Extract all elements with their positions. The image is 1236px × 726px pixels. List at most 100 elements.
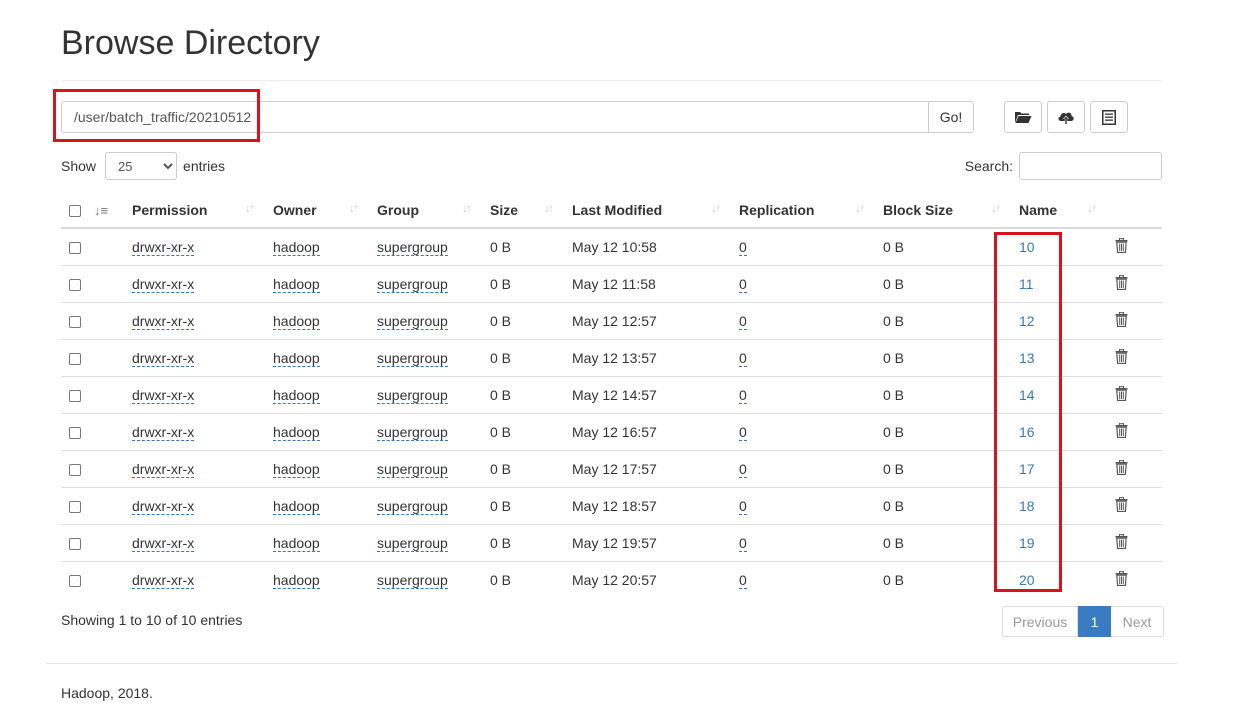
group-value[interactable]: supergroup (377, 275, 448, 293)
permission-value[interactable]: drwxr-xr-x (132, 497, 195, 515)
permission-value[interactable]: drwxr-xr-x (132, 275, 195, 293)
sort-header[interactable]: ↓≡ (94, 192, 124, 229)
permission-value[interactable]: drwxr-xr-x (132, 312, 195, 330)
owner-value[interactable]: hadoop (273, 460, 320, 478)
trash-icon[interactable] (1115, 311, 1128, 330)
trash-icon[interactable] (1115, 237, 1128, 256)
header-replication[interactable]: Replication ↓↑ (731, 192, 875, 229)
replication-value[interactable]: 0 (739, 534, 747, 552)
replication-value[interactable]: 0 (739, 460, 747, 478)
trash-icon[interactable] (1115, 533, 1128, 552)
group-value[interactable]: supergroup (377, 349, 448, 367)
directory-name-link[interactable]: 17 (1019, 461, 1035, 477)
permission-value[interactable]: drwxr-xr-x (132, 423, 195, 441)
block-size-cell: 0 B (875, 338, 1011, 376)
page-1-button[interactable]: 1 (1078, 606, 1111, 637)
owner-value[interactable]: hadoop (273, 349, 320, 367)
permission-value[interactable]: drwxr-xr-x (132, 386, 195, 404)
replication-value[interactable]: 0 (739, 497, 747, 515)
header-name[interactable]: Name ↓↑ (1011, 192, 1107, 229)
row-checkbox[interactable] (69, 500, 81, 513)
trash-icon[interactable] (1115, 385, 1128, 404)
owner-value[interactable]: hadoop (273, 571, 320, 589)
owner-value[interactable]: hadoop (273, 534, 320, 552)
cut-paste-button[interactable] (1090, 101, 1128, 133)
row-checkbox[interactable] (69, 537, 81, 550)
row-select-cell (61, 264, 94, 302)
replication-value[interactable]: 0 (739, 275, 747, 293)
row-checkbox[interactable] (69, 426, 81, 439)
search-input[interactable] (1019, 152, 1162, 180)
directory-name-link[interactable]: 20 (1019, 572, 1035, 588)
owner-value[interactable]: hadoop (273, 497, 320, 515)
row-checkbox[interactable] (69, 278, 81, 291)
permission-value[interactable]: drwxr-xr-x (132, 571, 195, 589)
owner-value[interactable]: hadoop (273, 312, 320, 330)
group-value[interactable]: supergroup (377, 238, 448, 256)
permission-value[interactable]: drwxr-xr-x (132, 238, 195, 256)
group-value[interactable]: supergroup (377, 312, 448, 330)
trash-icon[interactable] (1115, 422, 1128, 441)
create-directory-button[interactable] (1004, 101, 1042, 133)
name-cell: 16 (1011, 412, 1107, 450)
group-value[interactable]: supergroup (377, 534, 448, 552)
directory-name-link[interactable]: 16 (1019, 424, 1035, 440)
owner-value[interactable]: hadoop (273, 386, 320, 404)
trash-icon[interactable] (1115, 274, 1128, 293)
group-value[interactable]: supergroup (377, 497, 448, 515)
permission-cell: drwxr-xr-x (124, 412, 265, 450)
header-group[interactable]: Group ↓↑ (369, 192, 482, 229)
directory-name-link[interactable]: 13 (1019, 350, 1035, 366)
replication-value[interactable]: 0 (739, 386, 747, 404)
group-value[interactable]: supergroup (377, 423, 448, 441)
directory-name-link[interactable]: 10 (1019, 239, 1035, 255)
replication-cell: 0 (731, 375, 875, 413)
row-checkbox[interactable] (69, 463, 81, 476)
header-size[interactable]: Size ↓↑ (482, 192, 564, 229)
trash-icon[interactable] (1115, 496, 1128, 515)
select-all-checkbox[interactable] (69, 204, 81, 217)
directory-name-link[interactable]: 14 (1019, 387, 1035, 403)
group-value[interactable]: supergroup (377, 571, 448, 589)
row-checkbox[interactable] (69, 315, 81, 328)
last-modified-cell: May 12 14:57 (564, 375, 731, 413)
replication-value[interactable]: 0 (739, 312, 747, 330)
owner-value[interactable]: hadoop (273, 423, 320, 441)
row-checkbox[interactable] (69, 389, 81, 402)
replication-value[interactable]: 0 (739, 423, 747, 441)
directory-name-link[interactable]: 12 (1019, 313, 1035, 329)
trash-icon[interactable] (1115, 459, 1128, 478)
group-value[interactable]: supergroup (377, 386, 448, 404)
replication-value[interactable]: 0 (739, 349, 747, 367)
row-checkbox[interactable] (69, 352, 81, 365)
next-page-button[interactable]: Next (1111, 606, 1164, 637)
trash-icon[interactable] (1115, 348, 1128, 367)
name-cell: 12 (1011, 301, 1107, 339)
size-cell: 0 B (482, 301, 564, 339)
owner-value[interactable]: hadoop (273, 238, 320, 256)
replication-value[interactable]: 0 (739, 238, 747, 256)
directory-path-input[interactable] (61, 101, 928, 133)
replication-cell: 0 (731, 523, 875, 561)
go-button[interactable]: Go! (928, 101, 974, 133)
row-checkbox[interactable] (69, 242, 81, 255)
header-last-modified[interactable]: Last Modified ↓↑ (564, 192, 731, 229)
previous-page-button[interactable]: Previous (1002, 606, 1078, 637)
permission-value[interactable]: drwxr-xr-x (132, 534, 195, 552)
replication-value[interactable]: 0 (739, 571, 747, 589)
permission-value[interactable]: drwxr-xr-x (132, 349, 195, 367)
header-block-size[interactable]: Block Size ↓↑ (875, 192, 1011, 229)
permission-cell: drwxr-xr-x (124, 375, 265, 413)
header-owner[interactable]: Owner ↓↑ (265, 192, 369, 229)
upload-files-button[interactable] (1047, 101, 1085, 133)
group-value[interactable]: supergroup (377, 460, 448, 478)
directory-name-link[interactable]: 18 (1019, 498, 1035, 514)
owner-value[interactable]: hadoop (273, 275, 320, 293)
permission-value[interactable]: drwxr-xr-x (132, 460, 195, 478)
trash-icon[interactable] (1115, 570, 1128, 589)
entries-per-page-select[interactable]: 25 (105, 152, 178, 180)
header-permission[interactable]: Permission ↓↑ (124, 192, 265, 229)
directory-name-link[interactable]: 19 (1019, 535, 1035, 551)
directory-name-link[interactable]: 11 (1019, 276, 1034, 292)
row-checkbox[interactable] (69, 575, 81, 588)
